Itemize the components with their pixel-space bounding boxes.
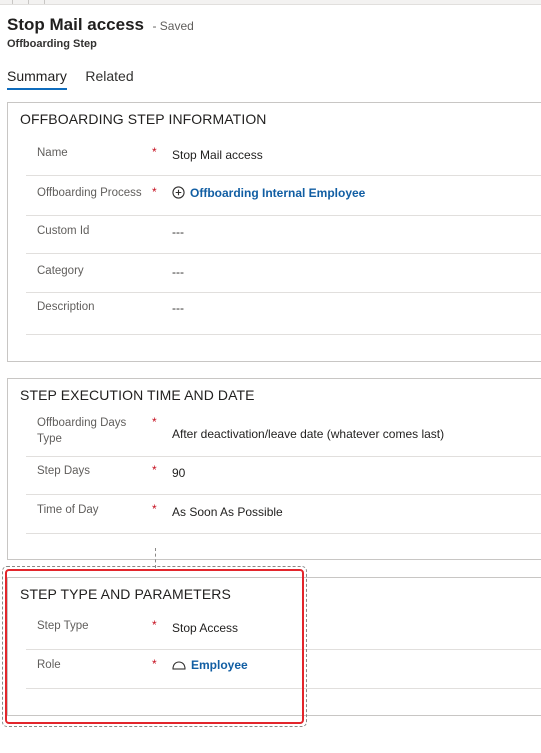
offboarding-step-information-section: OFFBOARDING STEP INFORMATION Name * Stop… — [7, 102, 541, 362]
required-indicator: * — [152, 185, 157, 199]
offboarding-process-link[interactable]: Offboarding Internal Employee — [190, 186, 365, 200]
field-step-days: Step Days * 90 — [26, 456, 541, 495]
field-label: Description — [37, 301, 95, 313]
description-value[interactable]: --- — [172, 301, 184, 315]
category-value[interactable]: --- — [172, 265, 184, 279]
step-execution-section: STEP EXECUTION TIME AND DATE Offboarding… — [7, 378, 541, 560]
field-label: Custom Id — [37, 225, 90, 237]
process-icon — [172, 186, 185, 202]
tab-summary[interactable]: Summary — [7, 68, 67, 90]
strip-divider — [12, 0, 13, 4]
offboarding-process-lookup[interactable]: Offboarding Internal Employee — [172, 186, 365, 202]
custom-id-value[interactable]: --- — [172, 225, 184, 239]
field-label: Offboarding Days Type — [37, 417, 127, 445]
section-title: OFFBOARDING STEP INFORMATION — [20, 111, 267, 127]
days-type-value[interactable]: After deactivation/leave date (whatever … — [172, 427, 444, 441]
field-offboarding-days-type: Offboarding Days Type * After deactivati… — [26, 411, 541, 457]
entity-name: Offboarding Step — [7, 38, 97, 50]
page-title: Stop Mail access — [7, 15, 145, 34]
field-label: Step Days — [37, 465, 91, 477]
name-value[interactable]: Stop Mail access — [172, 148, 263, 162]
tab-list: Summary Related — [7, 68, 148, 94]
required-indicator: * — [152, 463, 157, 477]
section-title: STEP EXECUTION TIME AND DATE — [20, 387, 255, 403]
drag-guide-line — [155, 548, 156, 568]
required-indicator: * — [152, 502, 157, 516]
step-days-value[interactable]: 90 — [172, 466, 185, 480]
top-command-strip — [0, 0, 541, 5]
field-name: Name * Stop Mail access — [26, 135, 541, 176]
save-status: - Saved — [152, 19, 194, 33]
field-label: Category — [37, 265, 84, 277]
field-description: Description --- — [26, 292, 541, 335]
field-offboarding-process: Offboarding Process * Offboarding Intern… — [26, 175, 541, 216]
field-label: Name — [37, 147, 68, 159]
field-label: Time of Day — [37, 504, 99, 516]
field-custom-id: Custom Id --- — [26, 215, 541, 254]
required-indicator: * — [152, 145, 157, 159]
field-time-of-day: Time of Day * As Soon As Possible — [26, 494, 541, 534]
time-of-day-value[interactable]: As Soon As Possible — [172, 505, 283, 519]
strip-divider — [28, 0, 29, 4]
field-category: Category --- — [26, 253, 541, 293]
record-header: Stop Mail access - Saved — [7, 15, 194, 35]
required-indicator: * — [152, 415, 157, 429]
tab-related[interactable]: Related — [85, 68, 133, 88]
strip-divider — [44, 0, 45, 4]
field-label: Offboarding Process — [37, 187, 142, 199]
highlight-box — [5, 569, 304, 724]
